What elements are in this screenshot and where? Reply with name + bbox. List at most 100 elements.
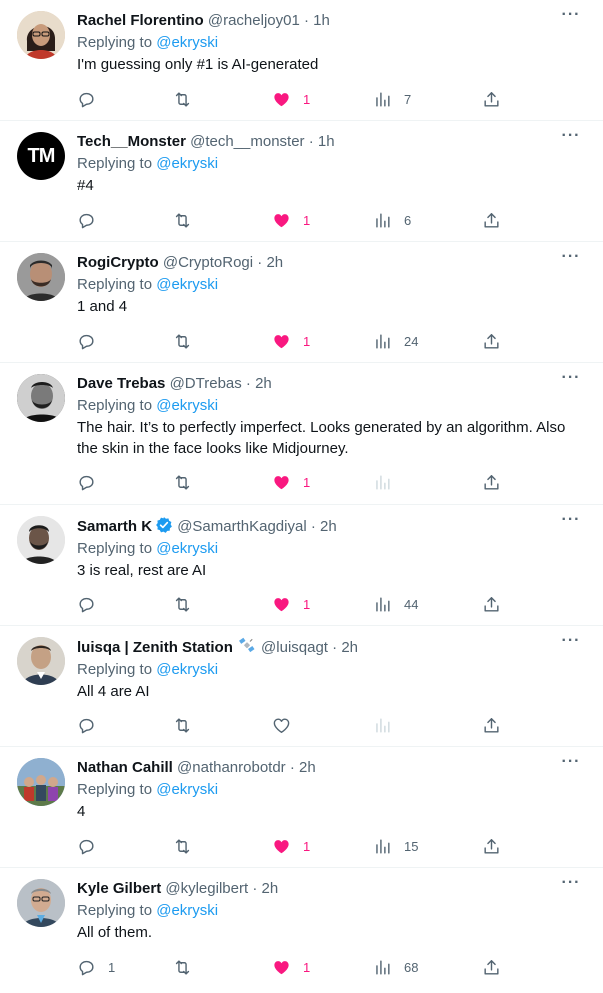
avatar[interactable]: TM [17, 132, 65, 180]
views-button[interactable]: 68 [373, 958, 418, 977]
mention-link[interactable]: @ekryski [156, 155, 218, 172]
reply-button[interactable] [77, 90, 108, 109]
reply-tweet[interactable]: Nathan Cahill @nathanrobotdr · 2h Replyi… [0, 747, 603, 868]
timestamp[interactable]: 2h [261, 880, 278, 897]
like-button[interactable] [272, 716, 303, 735]
more-options-button[interactable]: ··· [559, 754, 583, 775]
share-button[interactable] [482, 958, 501, 977]
reply-button[interactable] [77, 332, 108, 351]
timestamp[interactable]: 2h [341, 639, 358, 656]
views-button[interactable]: 24 [373, 332, 418, 351]
retweet-button[interactable] [173, 211, 204, 230]
like-button[interactable]: 1 [272, 211, 310, 230]
author-handle[interactable]: @DTrebas [170, 375, 242, 392]
author-handle[interactable]: @SamarthKagdiyal [177, 518, 306, 535]
mention-link[interactable]: @ekryski [156, 781, 218, 798]
author-handle[interactable]: @racheljoy01 [208, 12, 300, 29]
retweet-button[interactable] [173, 716, 204, 735]
views-button[interactable]: 7 [373, 90, 411, 109]
avatar-image [17, 516, 65, 564]
more-options-button[interactable]: ··· [559, 875, 583, 896]
share-icon [484, 596, 499, 612]
views-button[interactable]: 6 [373, 211, 411, 230]
mention-link[interactable]: @ekryski [156, 902, 218, 919]
mention-link[interactable]: @ekryski [156, 661, 218, 678]
reply-button[interactable] [77, 837, 108, 856]
reply-tweet[interactable]: Samarth K @SamarthKagdiyal · 2h Replying… [0, 505, 603, 626]
author-handle[interactable]: @CryptoRogi [163, 254, 253, 271]
author-name[interactable]: Rachel Florentino [77, 12, 204, 29]
retweet-button[interactable] [173, 958, 204, 977]
reply-tweet[interactable]: Kyle Gilbert @kylegilbert · 2h Replying … [0, 868, 603, 993]
avatar[interactable] [17, 253, 65, 301]
retweet-button[interactable] [173, 90, 204, 109]
retweet-button[interactable] [173, 595, 204, 614]
author-name[interactable]: Dave Trebas [77, 375, 165, 392]
avatar[interactable] [17, 879, 65, 927]
author-name[interactable]: Kyle Gilbert [77, 880, 161, 897]
like-button[interactable]: 1 [272, 837, 310, 856]
mention-link[interactable]: @ekryski [156, 540, 218, 557]
reply-button[interactable] [77, 211, 108, 230]
reply-button[interactable] [77, 716, 108, 735]
more-options-button[interactable]: ··· [559, 7, 583, 28]
share-button[interactable] [482, 716, 501, 735]
avatar[interactable] [17, 374, 65, 422]
replying-to-label: Replying to [77, 902, 153, 919]
author-name[interactable]: Nathan Cahill [77, 759, 173, 776]
share-button[interactable] [482, 332, 501, 351]
views-button[interactable] [373, 716, 404, 735]
reply-tweet[interactable]: RogiCrypto @CryptoRogi · 2h Replying to … [0, 242, 603, 363]
author-name[interactable]: Tech__Monster [77, 133, 186, 150]
mention-link[interactable]: @ekryski [156, 34, 218, 51]
views-button[interactable]: 44 [373, 595, 418, 614]
retweet-button[interactable] [173, 837, 204, 856]
timestamp[interactable]: 2h [266, 254, 283, 271]
like-button[interactable]: 1 [272, 958, 310, 977]
author-name[interactable]: luisqa | Zenith Station [77, 639, 233, 656]
reply-button[interactable] [77, 473, 108, 492]
share-button[interactable] [482, 90, 501, 109]
timestamp[interactable]: 1h [318, 133, 335, 150]
avatar[interactable] [17, 637, 65, 685]
views-button[interactable] [373, 473, 404, 492]
views-button[interactable]: 15 [373, 837, 418, 856]
like-button[interactable]: 1 [272, 595, 310, 614]
share-button[interactable] [482, 837, 501, 856]
share-button[interactable] [482, 473, 501, 492]
timestamp[interactable]: 2h [255, 375, 272, 392]
timestamp[interactable]: 2h [299, 759, 316, 776]
reply-button[interactable] [77, 595, 108, 614]
retweet-button[interactable] [173, 473, 204, 492]
reply-tweet[interactable]: Rachel Florentino @racheljoy01 · 1h Repl… [0, 0, 603, 121]
author-handle[interactable]: @luisqagt [261, 639, 328, 656]
more-options-button[interactable]: ··· [559, 512, 583, 533]
reply-tweet[interactable]: Dave Trebas @DTrebas · 2h Replying to @e… [0, 363, 603, 505]
mention-link[interactable]: @ekryski [156, 276, 218, 293]
reply-button[interactable]: 1 [77, 958, 115, 977]
reply-tweet[interactable]: TM Tech__Monster @tech__monster · 1h Rep… [0, 121, 603, 242]
retweet-button[interactable] [173, 332, 204, 351]
like-button[interactable]: 1 [272, 473, 310, 492]
like-button[interactable]: 1 [272, 90, 310, 109]
avatar[interactable] [17, 758, 65, 806]
like-button[interactable]: 1 [272, 332, 310, 351]
share-button[interactable] [482, 211, 501, 230]
more-options-button[interactable]: ··· [559, 370, 583, 391]
author-name[interactable]: RogiCrypto [77, 254, 159, 271]
avatar[interactable] [17, 11, 65, 59]
share-button[interactable] [482, 595, 501, 614]
timestamp[interactable]: 2h [320, 518, 337, 535]
timestamp[interactable]: 1h [313, 12, 330, 29]
reply-tweet[interactable]: luisqa | Zenith Station @luisqagt · 2h R… [0, 626, 603, 747]
verified-badge-icon[interactable] [155, 516, 173, 534]
more-options-button[interactable]: ··· [559, 633, 583, 654]
mention-link[interactable]: @ekryski [156, 397, 218, 414]
author-handle[interactable]: @nathanrobotdr [177, 759, 286, 776]
author-name[interactable]: Samarth K [77, 518, 152, 535]
more-options-button[interactable]: ··· [559, 128, 583, 149]
avatar[interactable] [17, 516, 65, 564]
more-options-button[interactable]: ··· [559, 249, 583, 270]
author-handle[interactable]: @tech__monster [190, 133, 304, 150]
author-handle[interactable]: @kylegilbert [165, 880, 248, 897]
